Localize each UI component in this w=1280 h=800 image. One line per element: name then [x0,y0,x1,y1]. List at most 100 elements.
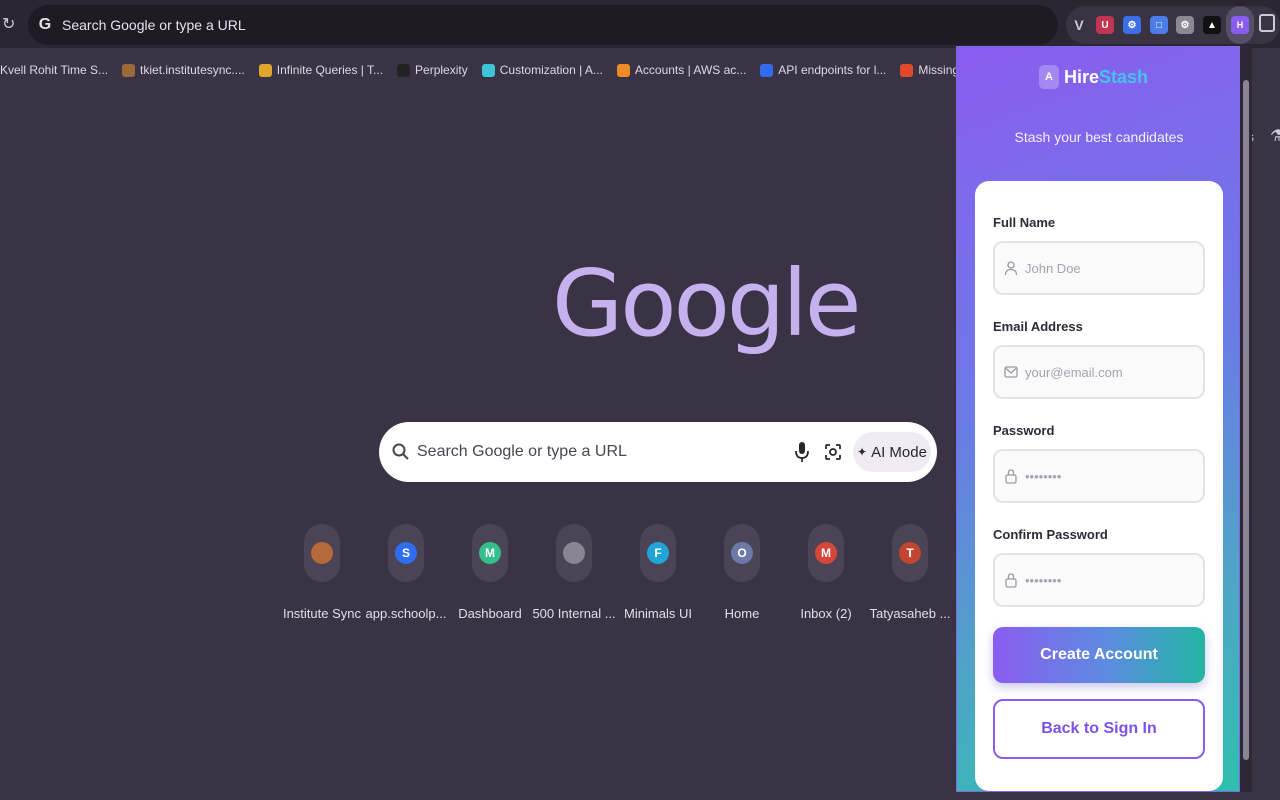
shortcut-label: Home [724,606,760,621]
shortcut-favicon-icon: T [899,542,921,564]
shortcut-favicon-icon: M [815,542,837,564]
ai-mode-label: AI Mode [871,443,927,461]
confirm-password-field[interactable] [993,553,1205,607]
bookmark-label: Infinite Queries | T... [276,63,384,77]
create-account-button[interactable]: Create Account [993,627,1205,683]
bookmark-item[interactable]: Infinite Queries | T... [258,63,384,77]
shortcut-icon-container: M [808,524,844,582]
ai-search-icon: ✦ [857,445,868,459]
shortcut-tile[interactable]: 500 Internal ... [532,524,616,621]
bookmark-favicon-icon [122,63,136,77]
shortcut-icon-container [304,524,340,582]
shortcut-label: 500 Internal ... [532,606,616,621]
tagline: Stash your best candidates [1014,129,1184,145]
gear-extension-icon[interactable]: ⚙ [1176,16,1194,34]
bookmark-item[interactable]: Customization | A... [481,63,603,77]
password-field[interactable] [993,449,1205,503]
microphone-icon[interactable] [793,440,811,464]
shortcut-favicon-icon: F [647,542,669,564]
browser-toolbar: ↻ G Search Google or type a URL V U ⚙ □ … [0,0,1280,48]
google-lens-icon[interactable] [823,442,843,462]
shortcut-tile[interactable]: Sapp.schoolp... [364,524,448,621]
brand-stash: Stash [1099,66,1149,87]
bookmark-item[interactable]: tkiet.institutesync.... [122,63,245,77]
bookmark-item[interactable]: Accounts | AWS ac... [616,63,747,77]
email-input[interactable] [1025,361,1195,383]
search-icon [392,443,409,460]
shortcut-label: Institute Sync [282,606,362,621]
hirestash-extension-button[interactable]: H [1226,6,1254,44]
extensions-puzzle-icon[interactable] [1259,14,1275,32]
confirm-password-input[interactable] [1025,569,1195,591]
scrollbar-thumb[interactable] [1243,80,1249,760]
bookmark-item[interactable]: API endpoints for l... [760,63,886,77]
shortcut-tile[interactable]: Institute Sync [280,524,364,621]
shortcut-label: Dashboard [458,606,522,621]
google-icon: G [34,14,56,36]
shortcut-tile[interactable]: T Tatyasaheb ... [868,524,952,621]
bookmark-label: Accounts | AWS ac... [634,63,747,77]
reload-icon[interactable]: ↻ [2,14,20,34]
shortcut-favicon-icon: O [731,542,753,564]
password-label: Password [993,423,1055,438]
shortcut-label: Tatyasaheb ... [869,606,951,621]
brand-hire: Hire [1064,66,1100,87]
full-name-label: Full Name [993,215,1056,230]
email-label: Email Address [993,319,1083,334]
shortcut-label: Inbox (2) [800,606,852,621]
hirestash-logo-icon: A [1039,65,1059,89]
bookmark-favicon-icon [760,63,774,77]
flask-icon[interactable]: ⚗ [1270,126,1280,146]
vivaldi-extension-icon[interactable]: V [1070,16,1088,34]
triangle-extension-icon[interactable]: ▲ [1203,16,1221,34]
window-extension-icon[interactable]: □ [1150,16,1168,34]
shortcut-tile[interactable]: M Dashboard [448,524,532,621]
lock-icon [1005,469,1017,484]
confirm-password-label: Confirm Password [993,527,1108,542]
user-icon [1004,261,1018,276]
bookmark-item[interactable]: Kvell Rohit Time S... [0,63,108,77]
shortcut-icon-container: T [892,524,928,582]
shortcut-tile[interactable]: M Inbox (2) [784,524,868,621]
bookmark-item[interactable]: Perplexity [397,63,468,77]
bookmark-label: Missing API's data... [918,63,960,77]
mail-icon [1004,366,1018,378]
settings-extension-icon[interactable]: ⚙ [1123,16,1141,34]
bookmark-favicon-icon [481,63,495,77]
hirestash-icon: H [1231,16,1249,34]
signup-form-card: Full Name Email Address Password Confi [975,181,1223,791]
shortcut-icon-container: S [388,524,424,582]
lock-icon [1005,573,1017,588]
shortcut-favicon-icon [563,542,585,564]
shortcut-label: app.schoolp... [365,606,447,621]
ublock-extension-icon[interactable]: U [1096,16,1114,34]
back-to-sign-in-button[interactable]: Back to Sign In [993,699,1205,759]
bookmark-label: Customization | A... [499,63,603,77]
shortcut-tile[interactable]: F Minimals UI [616,524,700,621]
full-name-field[interactable] [993,241,1205,295]
shortcuts-grid: Institute Sync Sapp.schoolp... M Dashboard 5… [280,524,952,634]
popup-scrollbar[interactable] [1240,46,1252,792]
full-name-input[interactable] [1025,257,1195,279]
shortcut-icon-container: O [724,524,760,582]
address-bar[interactable]: G Search Google or type a URL [28,5,1058,45]
brand: A Hire Stash [1039,65,1148,89]
bookmark-label: Kvell Rohit Time S... [0,63,109,77]
bookmark-label: Perplexity [415,63,468,77]
bookmark-favicon-icon [616,63,630,77]
password-input[interactable] [1025,465,1195,487]
address-bar-text: Search Google or type a URL [62,17,246,33]
shortcut-icon-container [556,524,592,582]
bookmark-label: API endpoints for l... [778,63,887,77]
ai-mode-button[interactable]: ✦ AI Mode [853,432,931,472]
shortcut-favicon-icon [311,542,333,564]
bookmark-favicon-icon [258,63,272,77]
search-placeholder: Search Google or type a URL [417,443,627,460]
google-search-box[interactable]: Search Google or type a URL ✦ AI Mode [379,422,937,482]
shortcut-tile[interactable]: O Home [700,524,784,621]
email-field[interactable] [993,345,1205,399]
bookmark-favicon-icon [900,63,914,77]
bookmark-item[interactable]: Missing API's data... [900,63,960,77]
bookmark-label: tkiet.institutesync.... [140,63,245,77]
bookmark-favicon-icon [397,63,411,77]
